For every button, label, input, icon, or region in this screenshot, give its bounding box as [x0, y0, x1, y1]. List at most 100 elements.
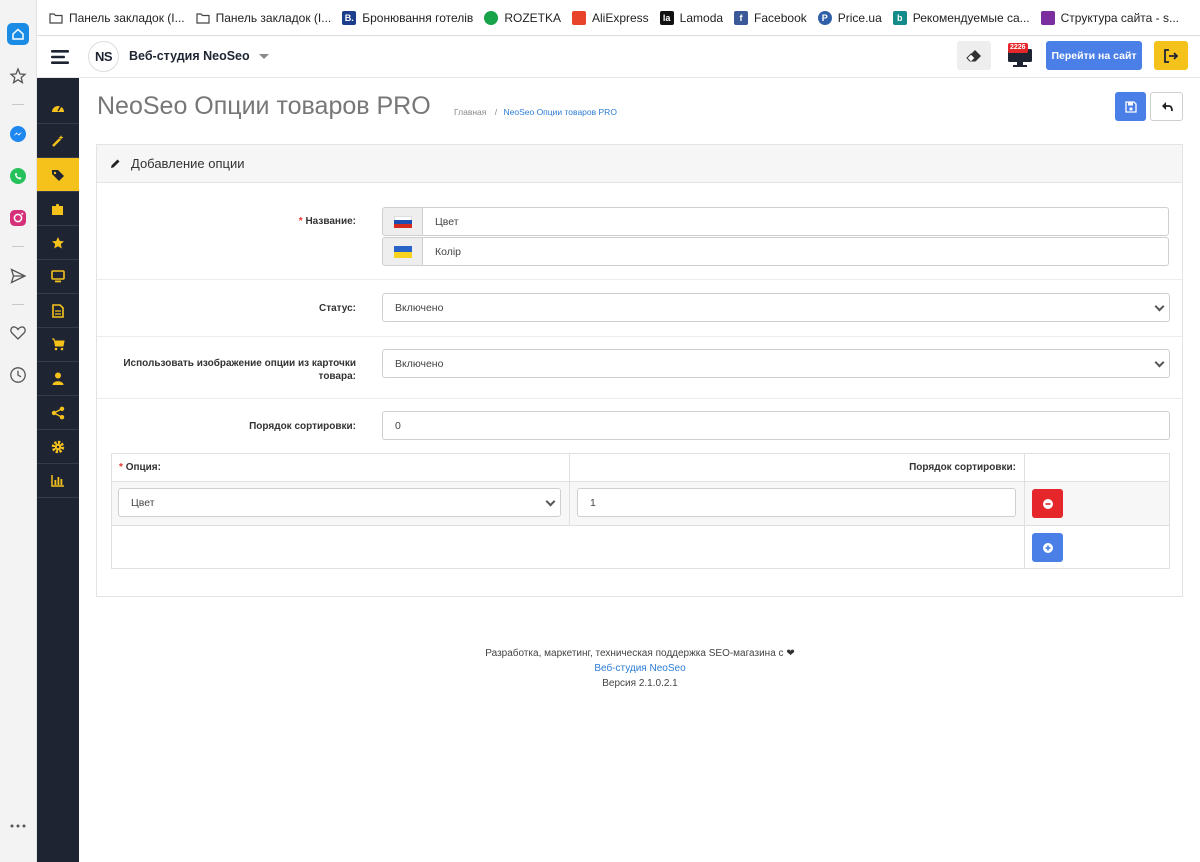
rail-divider [12, 304, 24, 305]
panel-title: Добавление опции [131, 156, 245, 171]
use-image-label: Использовать изображение опции из карточ… [123, 358, 356, 382]
share-icon [51, 406, 65, 419]
folder-icon [49, 11, 63, 25]
bookmark-item[interactable]: Структура сайта - s... [1040, 10, 1179, 25]
shopping-cart-icon [52, 338, 65, 351]
bookmark-item[interactable]: la Lamoda [659, 10, 723, 25]
breadcrumb-separator: / [494, 107, 498, 117]
save-button[interactable] [1115, 92, 1146, 121]
sidebar-item-favorites[interactable] [37, 226, 79, 260]
desktop-icon [51, 270, 65, 283]
bookmark-item[interactable]: P Price.ua [817, 10, 882, 25]
remove-option-button[interactable] [1032, 489, 1063, 518]
col-divider [569, 482, 570, 526]
bookmark-label: ROZETKA [504, 10, 561, 25]
breadcrumb: Главная / NeoSeo Опции товаров PRO [454, 107, 617, 117]
footer-credits: Разработка, маркетинг, техническая подде… [485, 648, 795, 659]
bing-icon: b [892, 10, 907, 25]
option-select[interactable]: Цвет [118, 488, 561, 517]
heart-icon: ❤ [786, 648, 795, 659]
option-sort-input[interactable]: 1 [577, 488, 1016, 517]
sidebar-item-design[interactable] [37, 124, 79, 158]
add-option-button[interactable] [1032, 533, 1063, 562]
main-content: NeoSeo Опции товаров PRO Главная / NeoSe… [80, 78, 1200, 862]
bookmark-item[interactable]: Панель закладок (I... [196, 11, 331, 25]
back-button[interactable] [1150, 92, 1183, 121]
menu-toggle-icon[interactable] [51, 49, 69, 70]
bookmark-item[interactable]: ROZETKA [484, 10, 561, 25]
breadcrumb-home[interactable]: Главная [454, 107, 486, 117]
sidebar-item-customers[interactable] [37, 362, 79, 396]
caret-down-icon [258, 53, 269, 59]
history-clock-icon[interactable] [7, 364, 29, 386]
col-divider [1024, 526, 1025, 568]
booking-icon: B. [342, 10, 357, 25]
sidebar-item-catalog[interactable] [37, 158, 79, 192]
send-icon[interactable] [7, 265, 29, 287]
sort-order-input[interactable]: 0 [382, 411, 1170, 440]
name-input-ua[interactable]: Колір [422, 237, 1169, 266]
puzzle-icon [52, 203, 63, 215]
status-select[interactable]: Включено [382, 293, 1170, 322]
col-divider [569, 454, 570, 482]
name-label: * Название: [298, 216, 356, 227]
clear-cache-button[interactable] [957, 41, 991, 70]
magic-wand-icon [52, 134, 64, 147]
use-image-select[interactable]: Включено [382, 349, 1170, 378]
col-divider [1024, 454, 1025, 482]
bookmark-label: Рекомендуемые са... [912, 10, 1030, 25]
sidebar-item-design-layouts[interactable] [37, 260, 79, 294]
studio-name: Веб-студия NeoSeo [129, 49, 250, 63]
col-sort-header: Порядок сортировки: [909, 462, 1016, 473]
sort-order-label: Порядок сортировки: [249, 421, 356, 432]
bookmark-item[interactable]: B. Бронювання готелів [342, 10, 473, 25]
studio-switcher[interactable]: Веб-студия NeoSeo [129, 49, 269, 63]
heart-icon[interactable] [7, 322, 29, 344]
user-icon [52, 372, 64, 385]
footer-version: Версия 2.1.0.2.1 [602, 678, 678, 689]
sidebar-item-sales[interactable] [37, 328, 79, 362]
name-input-ru[interactable]: Цвет [422, 207, 1169, 236]
bookmark-label: Панель закладок (I... [69, 10, 185, 25]
option-values-table: * Опция: Порядок сортировки: Цвет 1 [111, 453, 1170, 569]
flag-ua [382, 237, 423, 266]
more-dots-icon[interactable] [7, 815, 29, 837]
lamoda-icon: la [659, 10, 674, 25]
sidebar-item-dashboard[interactable] [37, 90, 79, 124]
col-option-header: * Опция: [119, 462, 161, 473]
sidebar-item-extensions[interactable] [37, 192, 79, 226]
bookmark-label: Price.ua [837, 10, 882, 25]
sidebar-item-marketing[interactable] [37, 396, 79, 430]
option-form-panel: Добавление опции * Название: Цвет Колір … [96, 144, 1183, 597]
logout-button[interactable] [1154, 41, 1188, 70]
instagram-icon[interactable] [7, 207, 29, 229]
required-mark: * [298, 216, 303, 227]
go-to-site-button[interactable]: Перейти на сайт [1046, 41, 1142, 70]
table-footer-row [112, 526, 1169, 568]
bookmark-item[interactable]: b Рекомендуемые са... [892, 10, 1030, 25]
bookmark-item[interactable]: Панель закладок (I... [49, 11, 185, 25]
bookmark-item[interactable]: AliExpress [571, 10, 649, 25]
use-image-row: Использовать изображение опции из карточ… [97, 337, 1182, 399]
tags-icon [52, 169, 64, 181]
notifications-button[interactable]: 2226 [1003, 43, 1037, 69]
bookmark-item[interactable]: f Facebook [734, 10, 807, 25]
breadcrumb-current[interactable]: NeoSeo Опции товаров PRO [503, 107, 616, 117]
footer-studio-link[interactable]: Веб-студия NeoSeo [594, 663, 685, 674]
rail-divider [12, 246, 24, 247]
eraser-icon [966, 49, 981, 62]
sidebar-item-content[interactable] [37, 294, 79, 328]
panel-heading: Добавление опции [97, 145, 1182, 183]
rozetka-icon [484, 10, 499, 25]
sidebar-item-reports[interactable] [37, 464, 79, 498]
whatsapp-icon[interactable] [7, 165, 29, 187]
priceua-icon: P [817, 10, 832, 25]
sidebar-item-system[interactable] [37, 430, 79, 464]
table-header: * Опция: Порядок сортировки: [112, 454, 1169, 482]
star-outline-icon[interactable] [7, 65, 29, 87]
reply-arrow-icon [1161, 102, 1173, 112]
messenger-icon[interactable] [7, 123, 29, 145]
bookmarks-bar: Панель закладок (I... Панель закладок (I.… [37, 0, 1200, 36]
home-icon[interactable] [7, 23, 29, 45]
